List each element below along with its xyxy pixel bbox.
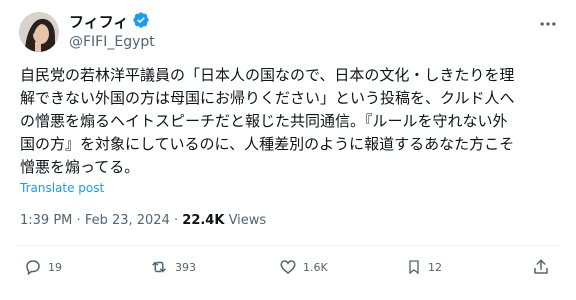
meta-separator: · <box>174 213 179 228</box>
retweet-icon <box>149 258 169 276</box>
author-handle[interactable]: @FIFI_Egypt <box>69 33 155 51</box>
author-name-row: フィフィ <box>69 11 150 33</box>
tweet-meta: 1:39 PM · Feb 23, 2024 · 22.4K Views <box>20 212 266 230</box>
divider <box>16 245 560 246</box>
views-count[interactable]: 22.4K <box>182 213 224 228</box>
tweet-time[interactable]: 1:39 PM <box>20 213 72 228</box>
retweet-count: 393 <box>175 260 196 274</box>
tweet-text: 自民党の若林洋平議員の「日本人の国なので、日本の文化・しきたりを理 解できない外… <box>20 66 515 176</box>
views-label: Views <box>228 213 267 228</box>
heart-icon <box>279 258 297 276</box>
bookmark-icon <box>406 258 422 276</box>
avatar[interactable] <box>19 12 59 52</box>
meta-separator: · <box>76 213 81 228</box>
share-icon <box>532 258 550 276</box>
bookmark-button[interactable]: 12 <box>406 258 442 276</box>
more-options-icon[interactable] <box>538 14 558 38</box>
tweet-date[interactable]: Feb 23, 2024 <box>85 213 170 228</box>
action-bar: 19 393 1.6K 12 <box>24 258 552 282</box>
like-count: 1.6K <box>303 260 328 274</box>
verified-badge-icon <box>132 11 150 33</box>
share-button[interactable] <box>532 258 550 276</box>
author-display-name[interactable]: フィフィ <box>69 12 128 32</box>
reply-icon <box>24 258 42 276</box>
translate-post-link[interactable]: Translate post <box>20 181 104 195</box>
reply-button[interactable]: 19 <box>24 258 62 276</box>
retweet-button[interactable]: 393 <box>149 258 196 276</box>
bookmark-count: 12 <box>428 260 442 274</box>
reply-count: 19 <box>48 260 62 274</box>
like-button[interactable]: 1.6K <box>279 258 328 276</box>
